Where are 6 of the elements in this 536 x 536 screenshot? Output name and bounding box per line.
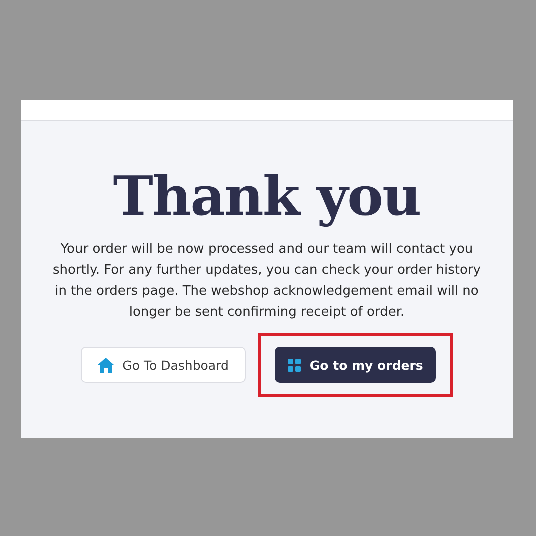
home-icon: [98, 358, 114, 372]
dashboard-button[interactable]: Go To Dashboard: [80, 347, 246, 383]
message-text: Your order will be now processed and our team will contact you shortly. For any further updates, you can check your order history in the orders page. The webshop acknowledgement email will no longer be sent confirming receipt of order.: [52, 241, 482, 322]
orders-button[interactable]: Go to my orders: [274, 347, 436, 383]
grid-icon: [288, 358, 301, 372]
page-title: Thank you: [113, 163, 421, 230]
